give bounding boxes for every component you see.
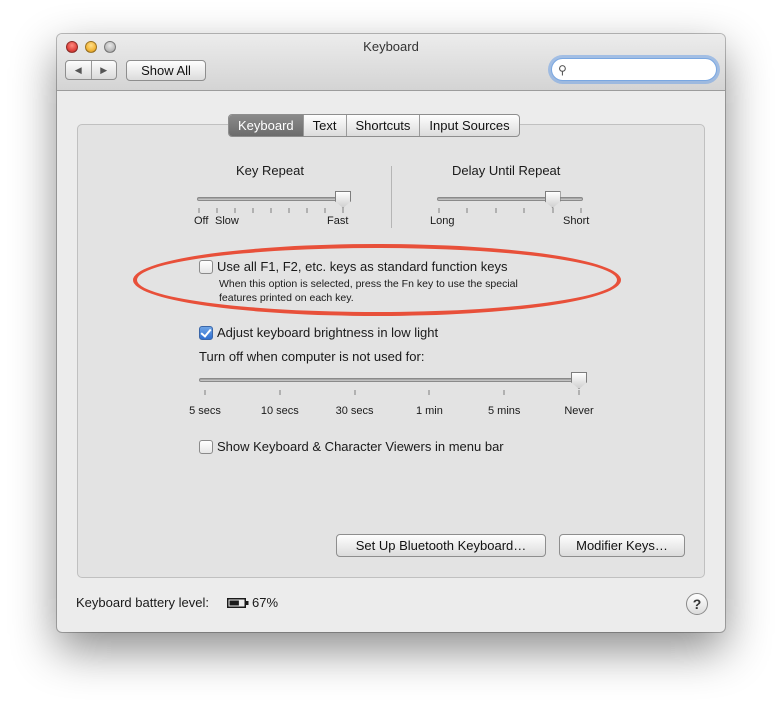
back-arrow-icon[interactable]: ◀ xyxy=(66,61,92,79)
delay-long-label: Long xyxy=(430,215,455,227)
turn-off-tick xyxy=(503,390,505,395)
function-keys-checkbox[interactable] xyxy=(199,260,213,274)
search-input[interactable] xyxy=(572,61,702,77)
titlebar: Keyboard ◀ ▶ Show All ⚲ xyxy=(57,34,725,91)
show-all-button[interactable]: Show All xyxy=(126,60,206,81)
slider-tick xyxy=(438,208,440,213)
key-repeat-slow-label: Slow xyxy=(215,215,239,227)
turn-off-tick xyxy=(204,390,206,395)
tab-text[interactable]: Text xyxy=(302,115,346,136)
battery-label: Keyboard battery level: xyxy=(76,595,209,610)
slider-tick xyxy=(495,208,497,213)
delay-until-repeat-track[interactable] xyxy=(437,197,583,201)
slider-tick xyxy=(306,208,308,213)
bluetooth-setup-button[interactable]: Set Up Bluetooth Keyboard… xyxy=(336,534,546,557)
turn-off-label: Turn off when computer is not used for: xyxy=(199,349,425,364)
help-button[interactable]: ? xyxy=(686,593,708,615)
tab-shortcuts[interactable]: Shortcuts xyxy=(345,115,420,136)
slider-divider xyxy=(391,166,392,228)
function-keys-description-line2: features printed on each key. xyxy=(219,292,354,304)
slider-tick xyxy=(523,208,525,213)
slider-tick xyxy=(252,208,254,213)
forward-arrow-icon[interactable]: ▶ xyxy=(92,61,117,79)
keyboard-preferences-window: Keyboard ◀ ▶ Show All ⚲ Keyboard Text Sh… xyxy=(57,34,725,632)
turn-off-tick xyxy=(428,390,430,395)
slider-tick xyxy=(324,208,326,213)
back-forward-control: ◀ ▶ xyxy=(65,60,117,80)
slider-tick xyxy=(342,208,344,213)
turn-off-tick xyxy=(279,390,281,395)
tab-bar: Keyboard Text Shortcuts Input Sources xyxy=(228,114,520,137)
viewers-checkbox[interactable] xyxy=(199,440,213,454)
modifier-keys-button[interactable]: Modifier Keys… xyxy=(559,534,685,557)
window-title: Keyboard xyxy=(363,39,419,54)
turn-off-tick-label: 1 min xyxy=(415,405,443,417)
function-keys-label[interactable]: Use all F1, F2, etc. keys as standard fu… xyxy=(217,259,507,274)
magnifier-icon: ⚲ xyxy=(558,63,567,77)
search-field[interactable]: ⚲ xyxy=(551,58,717,81)
tab-keyboard[interactable]: Keyboard xyxy=(229,115,303,136)
keyboard-brightness-checkbox[interactable] xyxy=(199,326,213,340)
slider-tick xyxy=(216,208,218,213)
keyboard-brightness-label[interactable]: Adjust keyboard brightness in low light xyxy=(217,325,438,340)
slider-tick xyxy=(466,208,468,213)
key-repeat-off-label: Off xyxy=(194,215,209,227)
turn-off-tick-label: 5 mins xyxy=(487,405,521,417)
battery-value: 67% xyxy=(252,595,279,610)
tab-input-sources[interactable]: Input Sources xyxy=(419,115,518,136)
turn-off-tick-label: 30 secs xyxy=(335,405,374,417)
turn-off-tick xyxy=(354,390,356,395)
slider-tick xyxy=(552,208,554,213)
slider-tick xyxy=(288,208,290,213)
turn-off-track[interactable] xyxy=(199,378,583,382)
key-repeat-title: Key Repeat xyxy=(236,163,304,178)
delay-until-repeat-title: Delay Until Repeat xyxy=(452,163,561,178)
key-repeat-track[interactable] xyxy=(197,197,345,201)
turn-off-tick-label: 10 secs xyxy=(260,405,299,417)
key-repeat-fast-label: Fast xyxy=(327,215,349,227)
viewers-label[interactable]: Show Keyboard & Character Viewers in men… xyxy=(217,439,504,454)
slider-tick xyxy=(234,208,236,213)
turn-off-tick-label: 5 secs xyxy=(189,405,221,417)
slider-tick xyxy=(198,208,200,213)
slider-tick xyxy=(580,208,582,213)
turn-off-tick xyxy=(578,390,580,395)
slider-tick xyxy=(270,208,272,213)
battery-icon xyxy=(227,598,249,608)
delay-short-label: Short xyxy=(563,215,590,227)
turn-off-tick-label: Never xyxy=(564,405,594,417)
function-keys-description-line1: When this option is selected, press the … xyxy=(219,278,518,290)
